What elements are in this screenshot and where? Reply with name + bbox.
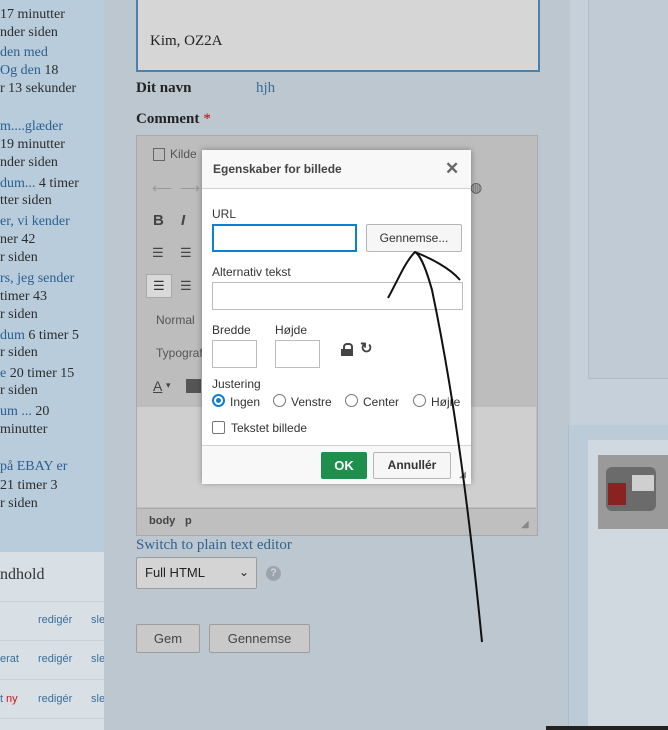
hand-drawn-arrow-annotation	[387, 250, 483, 643]
